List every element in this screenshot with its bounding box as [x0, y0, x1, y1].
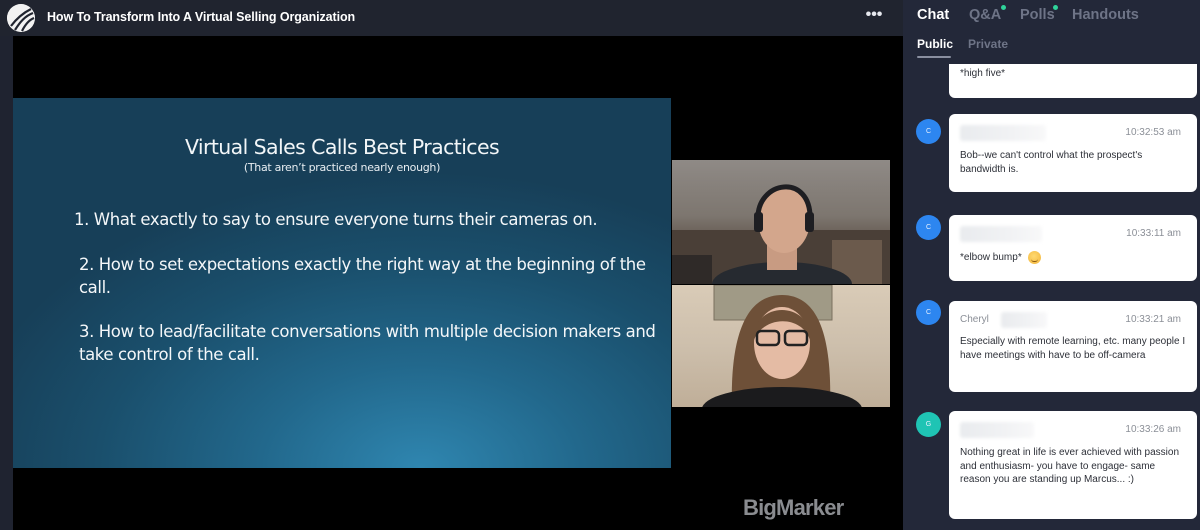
message-text: Nothing great in life is ever achieved w…: [960, 447, 1180, 486]
active-subtab-indicator: [917, 56, 951, 58]
chat-message: 10:33:26 am Nothing great in life is eve…: [949, 411, 1197, 519]
chat-message: Cheryl 10:33:21 am Especially with remot…: [949, 301, 1197, 392]
message-time: 10:33:21 am: [1125, 314, 1181, 325]
user-avatar[interactable]: C: [916, 119, 941, 144]
more-horizontal-icon: •••: [865, 6, 883, 23]
tab-label: Q&A: [969, 7, 1002, 23]
webinar-app: How To Transform Into A Virtual Selling …: [0, 0, 1200, 530]
webinar-title: How To Transform Into A Virtual Selling …: [47, 10, 356, 24]
user-avatar[interactable]: C: [916, 215, 941, 240]
bigmarker-logo-icon[interactable]: [7, 4, 35, 32]
message-text-content: *elbow bump*: [960, 252, 1022, 264]
presentation-stage: Virtual Sales Calls Best Practices (That…: [13, 36, 903, 530]
tab-label: Chat: [917, 7, 950, 23]
webcam-tile-presenter-1[interactable]: [672, 160, 890, 284]
tab-chat[interactable]: Chat: [917, 7, 949, 23]
slide-item: 2. How to set expectations exactly the r…: [79, 255, 646, 297]
notification-dot-icon: [1001, 5, 1006, 10]
notification-dot-icon: [1053, 5, 1058, 10]
more-options-button[interactable]: •••: [862, 6, 886, 26]
message-time: 10:32:53 am: [1125, 127, 1181, 138]
sender-name-redacted: [960, 422, 1034, 438]
sender-name-redacted: [960, 125, 1046, 141]
slide-item: 3. How to lead/facilitate conversations …: [79, 322, 656, 364]
tab-polls[interactable]: Polls: [1020, 5, 1058, 23]
person-icon: [702, 285, 862, 407]
slide-subtitle: (That aren’t practiced nearly enough): [243, 161, 441, 174]
left-edge: [0, 36, 13, 530]
message-time: 10:33:26 am: [1125, 424, 1181, 435]
subtab-private[interactable]: Private: [968, 37, 1008, 51]
chat-message: 10:32:53 am Bob--we can't control what t…: [949, 114, 1197, 192]
bigmarker-watermark: BigMarker: [743, 495, 844, 520]
message-text: *high five*: [960, 68, 1006, 79]
sender-name: Cheryl: [960, 314, 989, 325]
smirking-face-emoji-icon: [1027, 251, 1041, 264]
subtab-public[interactable]: Public: [917, 37, 953, 51]
message-time: 10:33:11 am: [1126, 228, 1181, 239]
chat-message: *high five*: [949, 64, 1197, 98]
message-text: *elbow bump*: [960, 251, 1186, 265]
tab-label: Polls: [1020, 7, 1055, 23]
message-text: Bob--we can't control what the prospect'…: [960, 150, 1143, 175]
person-icon: [672, 184, 890, 284]
chat-panel: Chat Q&A Polls Handouts Public Private *…: [903, 0, 1200, 530]
tab-qa[interactable]: Q&A: [969, 5, 1006, 23]
tab-handouts[interactable]: Handouts: [1072, 7, 1139, 23]
chat-message-list[interactable]: *high five* C 10:32:53 am Bob--we can't …: [903, 64, 1200, 530]
presentation-slide: Virtual Sales Calls Best Practices (That…: [13, 98, 671, 468]
chat-message: 10:33:11 am *elbow bump*: [949, 215, 1197, 281]
user-avatar[interactable]: G: [916, 412, 941, 437]
slide-item: 1. What exactly to say to ensure everyon…: [74, 210, 598, 229]
slide-title: Virtual Sales Calls Best Practices: [184, 135, 500, 159]
user-avatar[interactable]: C: [916, 300, 941, 325]
webcam-tile-presenter-2[interactable]: [672, 285, 890, 407]
tab-label: Handouts: [1072, 7, 1139, 23]
sender-surname-redacted: [1001, 312, 1047, 328]
message-text: Especially with remote learning, etc. ma…: [960, 336, 1186, 361]
sender-name-redacted: [960, 226, 1042, 242]
top-bar: How To Transform Into A Virtual Selling …: [0, 0, 903, 36]
